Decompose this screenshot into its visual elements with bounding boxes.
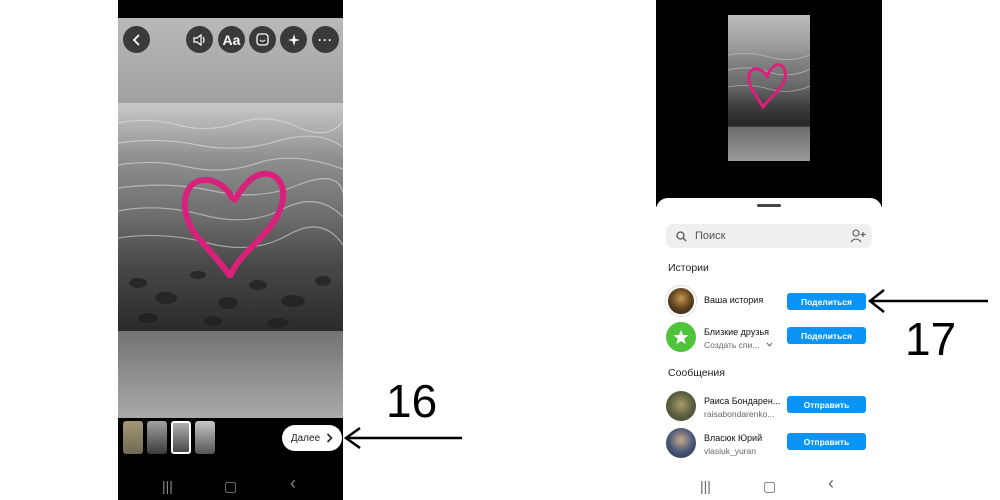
search-input[interactable]: Поиск <box>666 224 872 248</box>
contact-name: Власюк Юрий <box>704 433 763 443</box>
avatar <box>666 428 696 458</box>
messages-section-title: Сообщения <box>668 367 725 379</box>
send-button[interactable]: Отправить <box>787 433 866 450</box>
avatar <box>666 286 696 316</box>
search-placeholder: Поиск <box>695 230 726 242</box>
close-friends-star-icon <box>666 322 696 352</box>
avatar <box>666 391 696 421</box>
contact-handle: raisabondarenko... <box>704 409 775 419</box>
text-tool-label: Aa <box>222 31 241 48</box>
chevron-down-icon[interactable] <box>766 342 773 347</box>
next-button[interactable]: Далее <box>282 425 342 451</box>
home-icon[interactable]: ▢ <box>224 478 237 495</box>
annotation-arrow-icon <box>343 426 462 450</box>
sheet-grabber[interactable] <box>757 204 781 207</box>
volume-icon[interactable] <box>186 26 213 53</box>
annotation-number-17: 17 <box>905 313 957 365</box>
story-thumbnail[interactable] <box>123 421 143 454</box>
story-thumbnail[interactable] <box>195 421 215 454</box>
list-item: Власюк Юрий vlasiuk_yuran Отправить <box>666 428 872 460</box>
send-button[interactable]: Отправить <box>787 396 866 413</box>
back-icon[interactable]: ‹ <box>290 473 296 494</box>
contact-handle: vlasiuk_yuran <box>704 446 756 456</box>
sticker-icon[interactable] <box>249 26 276 53</box>
chevron-right-icon <box>327 433 333 443</box>
annotation-arrow-icon <box>867 289 988 313</box>
annotation-number-16: 16 <box>386 375 438 427</box>
search-icon <box>676 230 687 241</box>
heart-drawing[interactable] <box>180 168 290 278</box>
home-icon[interactable]: ▢ <box>763 478 776 495</box>
add-people-icon[interactable] <box>850 229 866 243</box>
share-close-friends-button[interactable]: Поделиться <box>787 327 866 344</box>
your-story-label: Ваша история <box>704 295 764 305</box>
story-thumbnail[interactable] <box>147 421 167 454</box>
more-icon[interactable]: ··· <box>312 26 339 53</box>
next-button-label: Далее <box>290 432 321 444</box>
story-preview-area <box>656 0 882 207</box>
story-editor-screen: Aa ··· Далее ||| ▢ ‹ <box>118 0 343 500</box>
share-your-story-button[interactable]: Поделиться <box>787 293 866 310</box>
sparkle-icon[interactable] <box>280 26 307 53</box>
recents-icon[interactable]: ||| <box>162 478 173 494</box>
bottom-gradient <box>118 331 343 418</box>
list-item: Близкие друзья Создать спи... Поделиться <box>666 322 872 354</box>
back-arrow-icon[interactable] <box>123 26 150 53</box>
recents-icon[interactable]: ||| <box>700 478 711 494</box>
close-friends-label: Близкие друзья <box>704 327 770 337</box>
list-item: Раиса Бондарен... raisabondarenko... Отп… <box>666 391 872 423</box>
back-icon[interactable]: ‹ <box>828 473 834 494</box>
share-sheet: Поиск Истории Ваша история Поделиться Бл… <box>656 198 882 500</box>
list-item: Ваша история Поделиться <box>666 286 872 318</box>
story-thumbnail-selected[interactable] <box>171 421 191 454</box>
story-preview-image <box>727 15 811 161</box>
stories-section-title: Истории <box>668 262 709 274</box>
text-tool-button[interactable]: Aa <box>218 26 245 53</box>
share-screen: Поиск Истории Ваша история Поделиться Бл… <box>656 0 882 500</box>
contact-name: Раиса Бондарен... <box>704 396 781 406</box>
